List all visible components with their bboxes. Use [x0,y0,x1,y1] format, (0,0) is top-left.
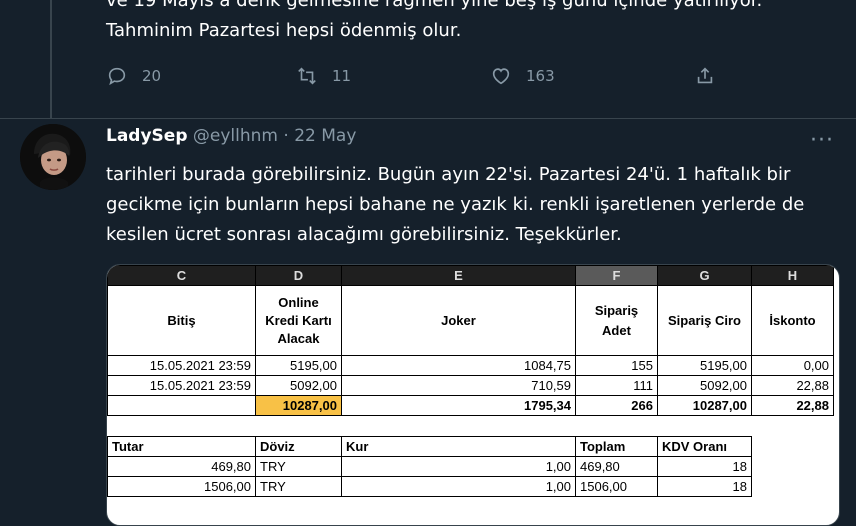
cell: 0,00 [751,355,834,376]
cell: 1,00 [341,456,576,477]
share-icon [697,67,713,84]
header-line: Adet [602,322,631,338]
cell: 1084,75 [341,355,576,376]
tweet-header: LadySep @eyllhnm · 22 May [106,126,356,146]
header-row: Bitiş Online Kredi Kartı Alacak Joker Si… [107,285,834,356]
like-count: 163 [526,67,555,85]
cell: 155 [575,355,658,376]
header-line: Kredi Kartı [265,312,332,328]
retweet-count: 11 [332,67,352,85]
header-line: Sipariş [594,302,639,318]
cell: 469,80 [575,456,658,477]
retweet-button[interactable]: 11 [296,62,351,90]
cell: 5092,00 [657,375,752,396]
table-row: 15.05.2021 23:59 5092,00 710,59 111 5092… [107,375,834,396]
column-letter: G [657,265,752,286]
header-cell: KDV Oranı [657,436,752,457]
cell: 22,88 [751,375,834,396]
reply-icon [108,67,126,86]
previous-tweet-line: ve 19 Mayıs a denk gelmesine rağmen yine… [106,0,763,11]
highlighted-total-cell: 10287,00 [255,395,342,416]
like-button[interactable]: 163 [490,62,555,90]
reply-count: 20 [142,67,162,85]
cell: 18 [657,476,752,497]
totals-row: 10287,00 1795,34 266 10287,00 22,88 [107,395,834,416]
cell: 111 [575,375,658,396]
retweet-icon [298,67,316,85]
tweet-divider [0,118,856,119]
previous-tweet-line: Tahminim Pazartesi hepsi ödenmiş olur. [106,20,462,41]
cell: 469,80 [107,456,256,477]
cell [107,395,256,416]
display-name[interactable]: LadySep [106,126,188,146]
cell: 5092,00 [255,375,342,396]
previous-tweet-actions: 20 11 163 [106,62,726,90]
reply-button[interactable]: 20 [106,62,161,90]
cell: 18 [657,456,752,477]
heart-icon [492,68,510,85]
cell: 15.05.2021 23:59 [107,355,256,376]
header-cell: Joker [341,285,576,356]
cell: TRY [255,456,342,477]
header-cell: Bitiş [107,285,256,356]
share-button[interactable] [694,62,716,90]
column-letter: H [751,265,834,286]
lower-header-row: Tutar Döviz Kur Toplam KDV Oranı [107,436,834,457]
header-cell: Toplam [575,436,658,457]
cell: 5195,00 [657,355,752,376]
avatar[interactable] [20,124,86,190]
tweet-text: tarihleri burada görebilirsiniz. Bugün a… [106,160,846,250]
header-line: Alacak [277,330,320,346]
cell: 10287,00 [657,395,752,416]
cell: 5195,00 [255,355,342,376]
column-letter: C [107,265,256,286]
table-row: 15.05.2021 23:59 5195,00 1084,75 155 519… [107,355,834,376]
more-options-icon[interactable]: ··· [810,128,834,153]
header-cell: İskonto [751,285,834,356]
cell: 15.05.2021 23:59 [107,375,256,396]
tweet-text-line: tarihleri burada görebilirsiniz. Bugün a… [106,164,791,185]
header-line: Online [278,294,319,310]
cell: 22,88 [751,395,834,416]
tweet-media-image[interactable]: C D E F G H Bitiş Online Kredi Kartı Ala… [106,264,840,526]
previous-tweet-text: ve 19 Mayıs a denk gelmesine rağmen yine… [106,0,826,46]
cell: 1795,34 [341,395,576,416]
header-separator: · [283,126,289,146]
header-cell: Kur [341,436,576,457]
avatar-image [20,124,86,190]
user-handle[interactable]: @eyllhnm [193,126,278,146]
column-letter: F [575,265,658,286]
cell: 1506,00 [575,476,658,497]
spreadsheet: C D E F G H Bitiş Online Kredi Kartı Ala… [107,265,834,497]
spacer-row [107,415,834,437]
cell: 710,59 [341,375,576,396]
thread-connector-line [50,0,52,118]
header-cell: Sipariş Adet [575,285,658,356]
column-letter-row: C D E F G H [107,265,834,286]
tweet-text-line: gecikme için bunların hepsi bahane ne ya… [106,194,805,215]
column-letter: E [341,265,576,286]
header-cell: Döviz [255,436,342,457]
table-row: 1506,00 TRY 1,00 1506,00 18 [107,476,834,497]
column-letter: D [255,265,342,286]
header-cell: Tutar [107,436,256,457]
tweet-text-line: kesilen ücret sonrası alacağımı görebili… [106,224,622,245]
tweet-date[interactable]: 22 May [294,126,356,146]
cell: 1506,00 [107,476,256,497]
header-cell: Sipariş Ciro [657,285,752,356]
cell: TRY [255,476,342,497]
header-cell: Online Kredi Kartı Alacak [255,285,342,356]
cell: 1,00 [341,476,576,497]
table-row: 469,80 TRY 1,00 469,80 18 [107,456,834,477]
cell: 266 [575,395,658,416]
